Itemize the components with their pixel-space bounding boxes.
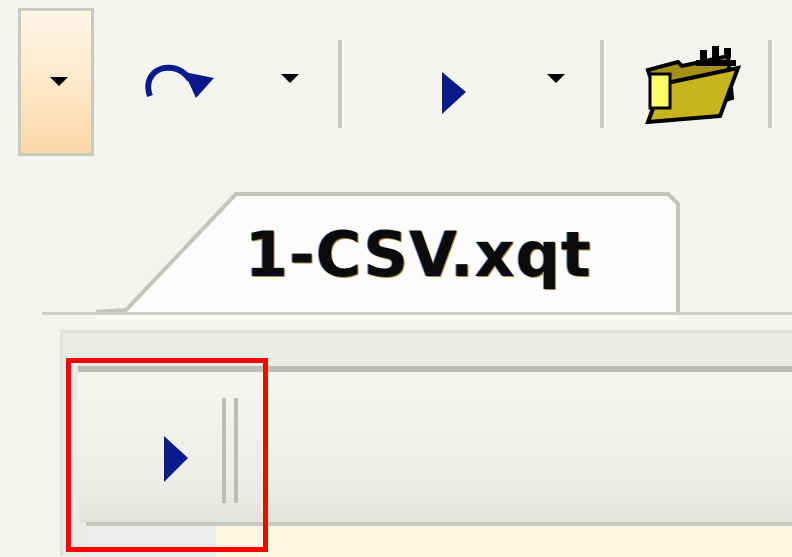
- chevron-down-icon: [50, 77, 68, 86]
- highlight-box: [66, 358, 268, 552]
- dropdown-arrow-button[interactable]: [18, 8, 94, 156]
- run-dropdown-button[interactable]: [544, 70, 570, 90]
- main-toolbar: [0, 0, 792, 162]
- folder-open-icon: [645, 46, 742, 125]
- toolbar-separator: [768, 40, 774, 128]
- toolbar-separator: [600, 40, 606, 128]
- open-folder-button[interactable]: [642, 40, 746, 126]
- toolbar-separator: [338, 40, 344, 128]
- chevron-down-icon: [547, 74, 565, 83]
- tab-label: 1-CSV.xqt: [245, 218, 592, 291]
- redo-icon: [145, 64, 214, 98]
- tab-baseline: [42, 312, 792, 315]
- play-icon: [442, 72, 466, 114]
- run-button[interactable]: [438, 70, 474, 118]
- chevron-down-icon: [281, 74, 299, 83]
- redo-dropdown-button[interactable]: [278, 70, 304, 90]
- redo-button[interactable]: [140, 58, 224, 102]
